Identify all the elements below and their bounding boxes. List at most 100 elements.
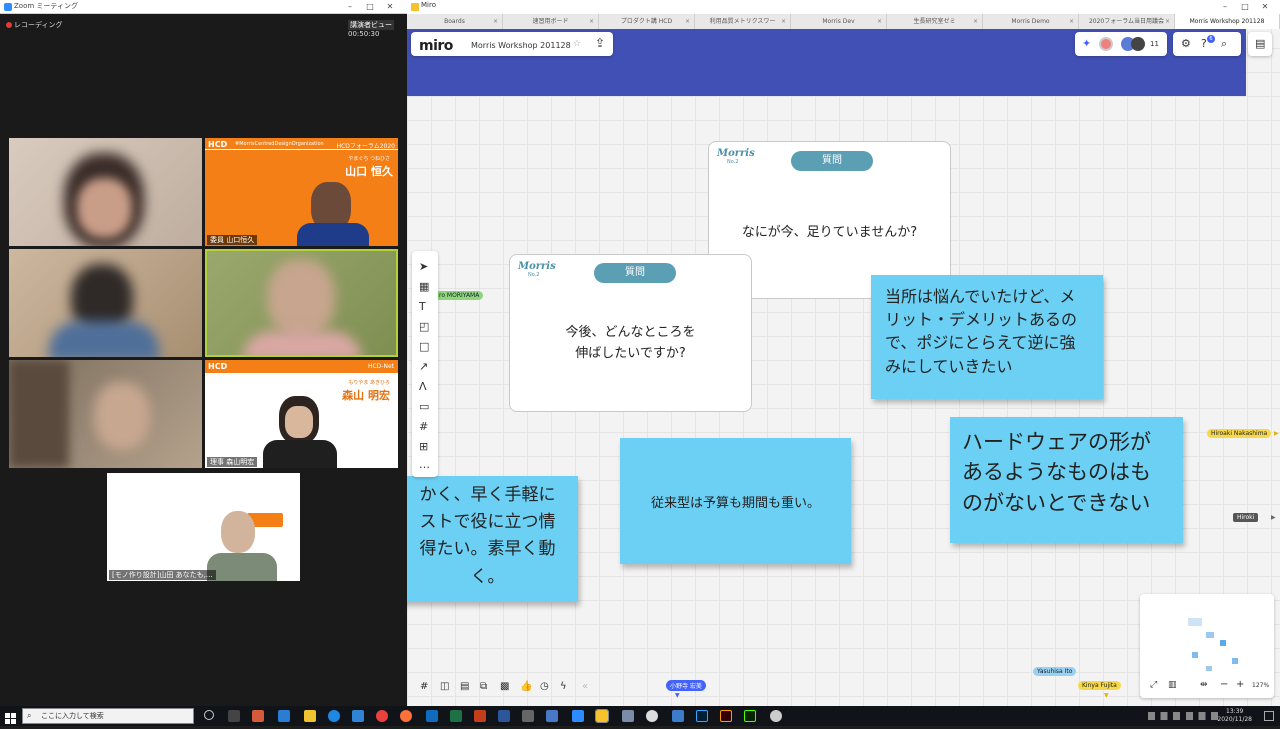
- excel-icon[interactable]: [450, 710, 462, 722]
- avatar[interactable]: [1099, 37, 1113, 51]
- reactions-icon[interactable]: ✦: [1082, 38, 1091, 49]
- illustrator-icon[interactable]: [720, 710, 732, 722]
- maximize-icon[interactable]: □: [360, 0, 380, 14]
- collaborator-count[interactable]: 11: [1150, 40, 1159, 48]
- video-tile[interactable]: [9, 360, 202, 468]
- activity-icon[interactable]: ϟ: [560, 682, 567, 692]
- notes-icon[interactable]: ▤: [1255, 38, 1265, 49]
- text-tool-icon[interactable]: T: [419, 301, 426, 312]
- upload-icon[interactable]: ⊞: [419, 441, 428, 452]
- collapse-icon[interactable]: «: [582, 682, 588, 692]
- question-card[interactable]: Morris No.2 質問 今後、どんなところを 伸ばしたいですか?: [509, 254, 752, 412]
- file-explorer-icon[interactable]: [304, 710, 316, 722]
- select-tool-icon[interactable]: ➤: [419, 261, 428, 272]
- tab-boards[interactable]: Boards ×: [407, 14, 503, 29]
- sticky-note[interactable]: かく、早く手軽にストで役に立つ情得たい。素早く動く。: [407, 476, 578, 602]
- tab-close-icon[interactable]: ×: [1069, 14, 1074, 29]
- miro-logo[interactable]: miro: [419, 38, 453, 54]
- outlook-icon[interactable]: [426, 710, 438, 722]
- tab-close-icon[interactable]: ×: [877, 14, 882, 29]
- sticky-note[interactable]: 当所は悩んでいたけど、メリット・デメリットあるので、ポジにとらえて逆に強みにして…: [871, 275, 1103, 399]
- pen-tool-icon[interactable]: Λ: [419, 381, 427, 392]
- powerpoint-icon[interactable]: [474, 710, 486, 722]
- video-tile[interactable]: [9, 138, 202, 246]
- settings-sliders-icon[interactable]: ⚙: [1181, 38, 1191, 49]
- app-icon[interactable]: [278, 710, 290, 722]
- tab-board[interactable]: 速習用ボード ×: [503, 14, 599, 29]
- avatar[interactable]: [1131, 37, 1145, 51]
- tab-board[interactable]: Morris Demo ×: [983, 14, 1079, 29]
- system-tray-icons[interactable]: [1148, 712, 1218, 720]
- video-tile-active-speaker[interactable]: [205, 249, 398, 357]
- frame-tool-icon[interactable]: #: [419, 421, 428, 432]
- board-name[interactable]: Morris Workshop 201128: [471, 41, 571, 50]
- connection-line-icon[interactable]: ↗: [419, 361, 428, 372]
- recording-indicator[interactable]: レコーディング: [6, 20, 63, 30]
- tab-close-icon[interactable]: ×: [1165, 14, 1170, 29]
- map-icon[interactable]: ▥: [1168, 680, 1177, 690]
- comments-icon[interactable]: ▤: [460, 682, 469, 692]
- tab-close-icon[interactable]: ×: [973, 14, 978, 29]
- screen-share-icon[interactable]: ⧉: [480, 682, 487, 692]
- firefox-icon[interactable]: [400, 710, 412, 722]
- zoom-in-icon[interactable]: +: [1236, 679, 1244, 690]
- video-tile[interactable]: [9, 249, 202, 357]
- close-icon[interactable]: ✕: [1255, 0, 1275, 14]
- comment-tool-icon[interactable]: ▭: [419, 401, 429, 412]
- fullscreen-icon[interactable]: ⤢: [1150, 680, 1157, 690]
- taskbar-clock[interactable]: 13:39 2020/11/28: [1217, 708, 1252, 724]
- vote-icon[interactable]: 👍: [520, 682, 532, 692]
- cards-icon[interactable]: ▩: [500, 682, 509, 692]
- tab-close-icon[interactable]: ×: [685, 14, 690, 29]
- app-icon[interactable]: [672, 710, 684, 722]
- shape-tool-icon[interactable]: □: [419, 341, 429, 352]
- zoom-taskbar-icon[interactable]: [572, 710, 584, 722]
- minimize-icon[interactable]: –: [1215, 0, 1235, 14]
- maximize-icon[interactable]: □: [1235, 0, 1255, 14]
- zoom-out-icon[interactable]: −: [1220, 679, 1228, 690]
- video-tile[interactable]: HCD #MorrisCentredDesignOrganization HCD…: [205, 138, 398, 246]
- templates-icon[interactable]: ▦: [419, 281, 429, 292]
- app-icon[interactable]: [770, 710, 782, 722]
- timer-icon[interactable]: ◷: [540, 682, 549, 692]
- miro-taskbar-icon[interactable]: [595, 709, 609, 723]
- sticky-note-tool-icon[interactable]: ◰: [419, 321, 429, 332]
- minimap[interactable]: ⤢ ▥ ⇹ − + 127%: [1140, 594, 1274, 698]
- sticky-note[interactable]: 従来型は予算も期間も重い。: [620, 438, 851, 564]
- video-tile[interactable]: [モノ作り設計]山田 あなたも,...: [107, 473, 300, 581]
- tab-board[interactable]: 生長研究室ゼミ ×: [887, 14, 983, 29]
- task-view-icon[interactable]: [228, 710, 240, 722]
- app-icon[interactable]: [546, 710, 558, 722]
- tab-close-icon[interactable]: ×: [493, 14, 498, 29]
- zoom-level[interactable]: 127%: [1252, 682, 1269, 689]
- edge-icon[interactable]: [328, 710, 340, 722]
- windows-start-icon[interactable]: [5, 710, 17, 724]
- cortana-icon[interactable]: [204, 710, 214, 720]
- sticky-note[interactable]: ハードウェアの形があるようなものはものがないとできない: [950, 417, 1183, 543]
- minimize-icon[interactable]: –: [340, 0, 360, 14]
- tab-board[interactable]: Morris Dev ×: [791, 14, 887, 29]
- tab-board[interactable]: 2020フォーラム当日用議会 ×: [1079, 14, 1175, 29]
- share-icon[interactable]: ⇪: [595, 37, 605, 49]
- app-icon[interactable]: [252, 710, 264, 722]
- close-icon[interactable]: ✕: [380, 0, 400, 14]
- tab-close-icon[interactable]: ×: [589, 14, 594, 29]
- frames-icon[interactable]: #: [420, 682, 428, 692]
- app-icon[interactable]: [522, 710, 534, 722]
- chat-icon[interactable]: ◫: [440, 682, 449, 692]
- dreamweaver-icon[interactable]: [744, 710, 756, 722]
- more-tools-icon[interactable]: …: [419, 459, 430, 470]
- star-icon[interactable]: ☆: [573, 40, 581, 49]
- chrome-icon[interactable]: [376, 710, 388, 722]
- app-icon[interactable]: [646, 710, 658, 722]
- tab-close-icon[interactable]: ×: [781, 14, 786, 29]
- app-icon[interactable]: [622, 710, 634, 722]
- fit-screen-icon[interactable]: ⇹: [1200, 680, 1208, 690]
- taskbar-search-input[interactable]: ⌕ ここに入力して検索: [22, 708, 194, 724]
- tab-board-active[interactable]: Morris Workshop 201128: [1175, 14, 1280, 29]
- tab-board[interactable]: 利用品質メトリクスワー ×: [695, 14, 791, 29]
- photoshop-icon[interactable]: [696, 710, 708, 722]
- help-icon[interactable]: ?: [1201, 38, 1207, 49]
- video-tile[interactable]: HCD HCD-Net もりやま あきひろ 森山 明宏 理事 森山明宏: [205, 360, 398, 468]
- speaker-view-toggle[interactable]: 講演者ビュー00:50:30: [348, 20, 407, 38]
